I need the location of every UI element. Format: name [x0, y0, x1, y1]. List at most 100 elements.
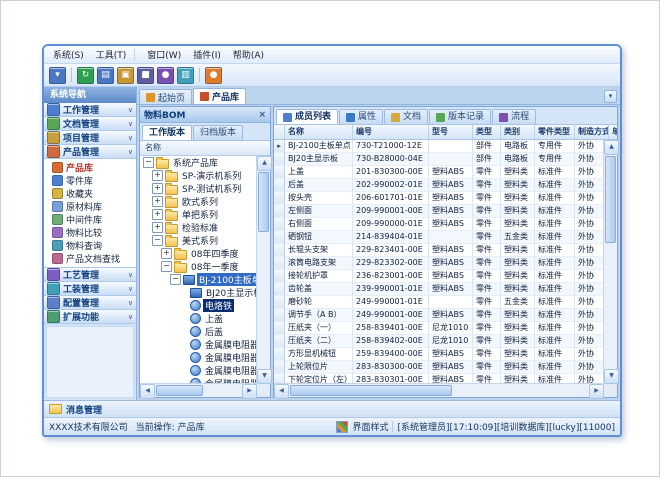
scroll-track[interactable]: [604, 155, 617, 369]
table-row[interactable]: 齿轮盖239-990001-01E塑料ABS零件塑料类标准件外协条: [274, 283, 604, 296]
tree-item[interactable]: +08年四季度: [140, 247, 257, 260]
tree-item[interactable]: +SP-演示机系列: [140, 169, 257, 182]
table-row[interactable]: 上盖201-830300-00E塑料ABS零件塑料类标准件外协条: [274, 166, 604, 179]
scroll-track[interactable]: [289, 384, 589, 397]
expand-plus-icon[interactable]: +: [152, 196, 163, 207]
scroll-track[interactable]: [155, 384, 242, 397]
sidebar-group-6[interactable]: 工装管理∨: [44, 282, 136, 296]
tree-item[interactable]: −美式系列: [140, 234, 257, 247]
table-row[interactable]: 后盖202-990002-01E塑料ABS零件塑料类标准件外协条: [274, 179, 604, 192]
scroll-track[interactable]: [257, 171, 270, 369]
tree-item[interactable]: +单把系列: [140, 208, 257, 221]
sidebar-group-8[interactable]: 扩展功能∨: [44, 310, 136, 324]
detail-tab-3[interactable]: 文档: [384, 109, 428, 124]
chart-icon[interactable]: ▥: [177, 67, 194, 84]
expand-plus-icon[interactable]: +: [152, 170, 163, 181]
sidebar-item-1[interactable]: 产品库: [44, 161, 136, 174]
column-header-8[interactable]: 单位: [609, 125, 617, 139]
tree-item[interactable]: +欧式系列: [140, 195, 257, 208]
table-row[interactable]: 压纸夹（二）258-839402-00E尼龙1010零件塑料类标准件外协条: [274, 335, 604, 348]
sidebar-item-7[interactable]: 物料查询: [44, 239, 136, 252]
close-icon[interactable]: ×: [258, 110, 266, 120]
column-header-6[interactable]: 零件类型: [535, 125, 575, 139]
table-row[interactable]: 滚筒电路支架229-823302-00E塑料ABS零件塑料类标准件外协条: [274, 257, 604, 270]
interface-style-button[interactable]: 界面样式: [352, 420, 388, 433]
tree-item[interactable]: 上盖: [140, 312, 257, 325]
version-tab-2[interactable]: 归档版本: [193, 125, 243, 140]
table-row[interactable]: ▸BJ-2100主板单点730-T21000-12E部件电路板专用件外协颗: [274, 140, 604, 153]
sidebar-item-4[interactable]: 原材料库: [44, 200, 136, 213]
settings-icon[interactable]: ●: [157, 67, 174, 84]
tab-1[interactable]: 起始页: [139, 89, 192, 104]
tree-item[interactable]: +检验标准: [140, 221, 257, 234]
menu-item-1[interactable]: 系统(S): [47, 47, 90, 62]
sidebar-group-7[interactable]: 配置管理∨: [44, 296, 136, 310]
tree-item[interactable]: 电烙铁: [140, 299, 257, 312]
tree-item[interactable]: 金属膜电阻器: [140, 351, 257, 364]
scroll-right-icon[interactable]: ▶: [242, 384, 257, 399]
table-row[interactable]: 磨砂轮249-990001-01E零件五金类标准件外协条: [274, 296, 604, 309]
table-row[interactable]: 长辊头支架229-823401-00E塑料ABS零件塑料类标准件外协条: [274, 244, 604, 257]
exit-icon[interactable]: ●: [205, 67, 222, 84]
detail-tab-1[interactable]: 成员列表: [276, 109, 338, 124]
tree-item[interactable]: BJ20主显示板: [140, 286, 257, 299]
sidebar-item-8[interactable]: 产品文档查找: [44, 252, 136, 265]
scroll-thumb[interactable]: [290, 385, 452, 396]
column-header-4[interactable]: 类型: [473, 125, 501, 139]
tree-item[interactable]: 金属膜电阻器: [140, 338, 257, 351]
table-row[interactable]: 方形显机械钮259-839400-00E塑料ABS零件塑料类标准件外协条: [274, 348, 604, 361]
table-row[interactable]: 调节手（A B）249-990001-00E塑料ABS零件塑料类标准件外协条: [274, 309, 604, 322]
expand-plus-icon[interactable]: +: [152, 183, 163, 194]
column-header-3[interactable]: 型号: [429, 125, 473, 139]
refresh-icon[interactable]: ↻: [77, 67, 94, 84]
column-header-7[interactable]: 制造方式: [575, 125, 609, 139]
tree-item[interactable]: −08年一季度: [140, 260, 257, 273]
scroll-left-icon[interactable]: ◀: [140, 384, 155, 399]
expand-minus-icon[interactable]: −: [170, 274, 181, 285]
menu-item-3[interactable]: 窗口(W): [141, 47, 187, 62]
tab-overflow-icon[interactable]: ▾: [604, 90, 617, 103]
table-vertical-scrollbar[interactable]: ▲ ▼: [603, 140, 617, 384]
detail-tab-4[interactable]: 版本记录: [429, 109, 491, 124]
tree-item[interactable]: −BJ-2100主板单点: [140, 273, 257, 286]
sidebar-group-4[interactable]: 产品管理∨: [44, 145, 136, 159]
detail-tab-2[interactable]: 属性: [339, 109, 383, 124]
scroll-thumb[interactable]: [258, 172, 269, 232]
sidebar-item-3[interactable]: 收藏夹: [44, 187, 136, 200]
bom-horizontal-scrollbar[interactable]: ◀ ▶: [140, 383, 257, 397]
table-row[interactable]: 硒钢钮214-839404-01E零件五金类标准件外协条: [274, 231, 604, 244]
table-horizontal-scrollbar[interactable]: ◀ ▶: [274, 383, 604, 397]
scroll-thumb[interactable]: [605, 156, 616, 243]
expand-minus-icon[interactable]: −: [161, 261, 172, 272]
scroll-down-icon[interactable]: ▼: [604, 369, 619, 384]
folder-icon[interactable]: ▣: [117, 67, 134, 84]
table-row[interactable]: 接轮机护罩236-823001-00E塑料ABS零件塑料类标准件外协条: [274, 270, 604, 283]
scroll-left-icon[interactable]: ◀: [274, 384, 289, 399]
scroll-down-icon[interactable]: ▼: [257, 369, 272, 384]
column-header-1[interactable]: 名称: [285, 125, 353, 139]
expand-minus-icon[interactable]: −: [143, 157, 154, 168]
bom-vertical-scrollbar[interactable]: ▲ ▼: [256, 156, 270, 384]
tab-2[interactable]: 产品库: [193, 88, 246, 104]
menu-item-4[interactable]: 插件(I): [187, 47, 227, 62]
table-row[interactable]: 上轮限位片283-830300-00E塑料ABS零件塑料类标准件外协条: [274, 361, 604, 374]
sidebar-group-5[interactable]: 工艺管理∨: [44, 268, 136, 282]
list-icon[interactable]: ▤: [97, 67, 114, 84]
expand-plus-icon[interactable]: +: [152, 209, 163, 220]
table-row[interactable]: 右侧面209-990000-01E塑料ABS零件塑料类标准件外协条: [274, 218, 604, 231]
expand-plus-icon[interactable]: +: [161, 248, 172, 259]
scroll-up-icon[interactable]: ▲: [604, 140, 619, 155]
sidebar-item-6[interactable]: 物料比较: [44, 226, 136, 239]
table-row[interactable]: 左侧面209-990001-00E塑料ABS零件塑料类标准件外协条: [274, 205, 604, 218]
table-row[interactable]: BJ20主显示板730-B28000-04E部件电路板专用件外协颗: [274, 153, 604, 166]
scroll-right-icon[interactable]: ▶: [589, 384, 604, 399]
scroll-up-icon[interactable]: ▲: [257, 156, 272, 171]
scroll-thumb[interactable]: [156, 385, 203, 396]
expand-plus-icon[interactable]: +: [152, 222, 163, 233]
sidebar-item-5[interactable]: 中间件库: [44, 213, 136, 226]
sidebar-group-1[interactable]: 工作管理∨: [44, 103, 136, 117]
tree-item[interactable]: −系统产品库: [140, 156, 257, 169]
expand-minus-icon[interactable]: −: [152, 235, 163, 246]
table-row[interactable]: 按头壳206-601701-01E塑料ABS零件塑料类标准件外协条: [274, 192, 604, 205]
menu-item-2[interactable]: 工具(T): [90, 47, 133, 62]
